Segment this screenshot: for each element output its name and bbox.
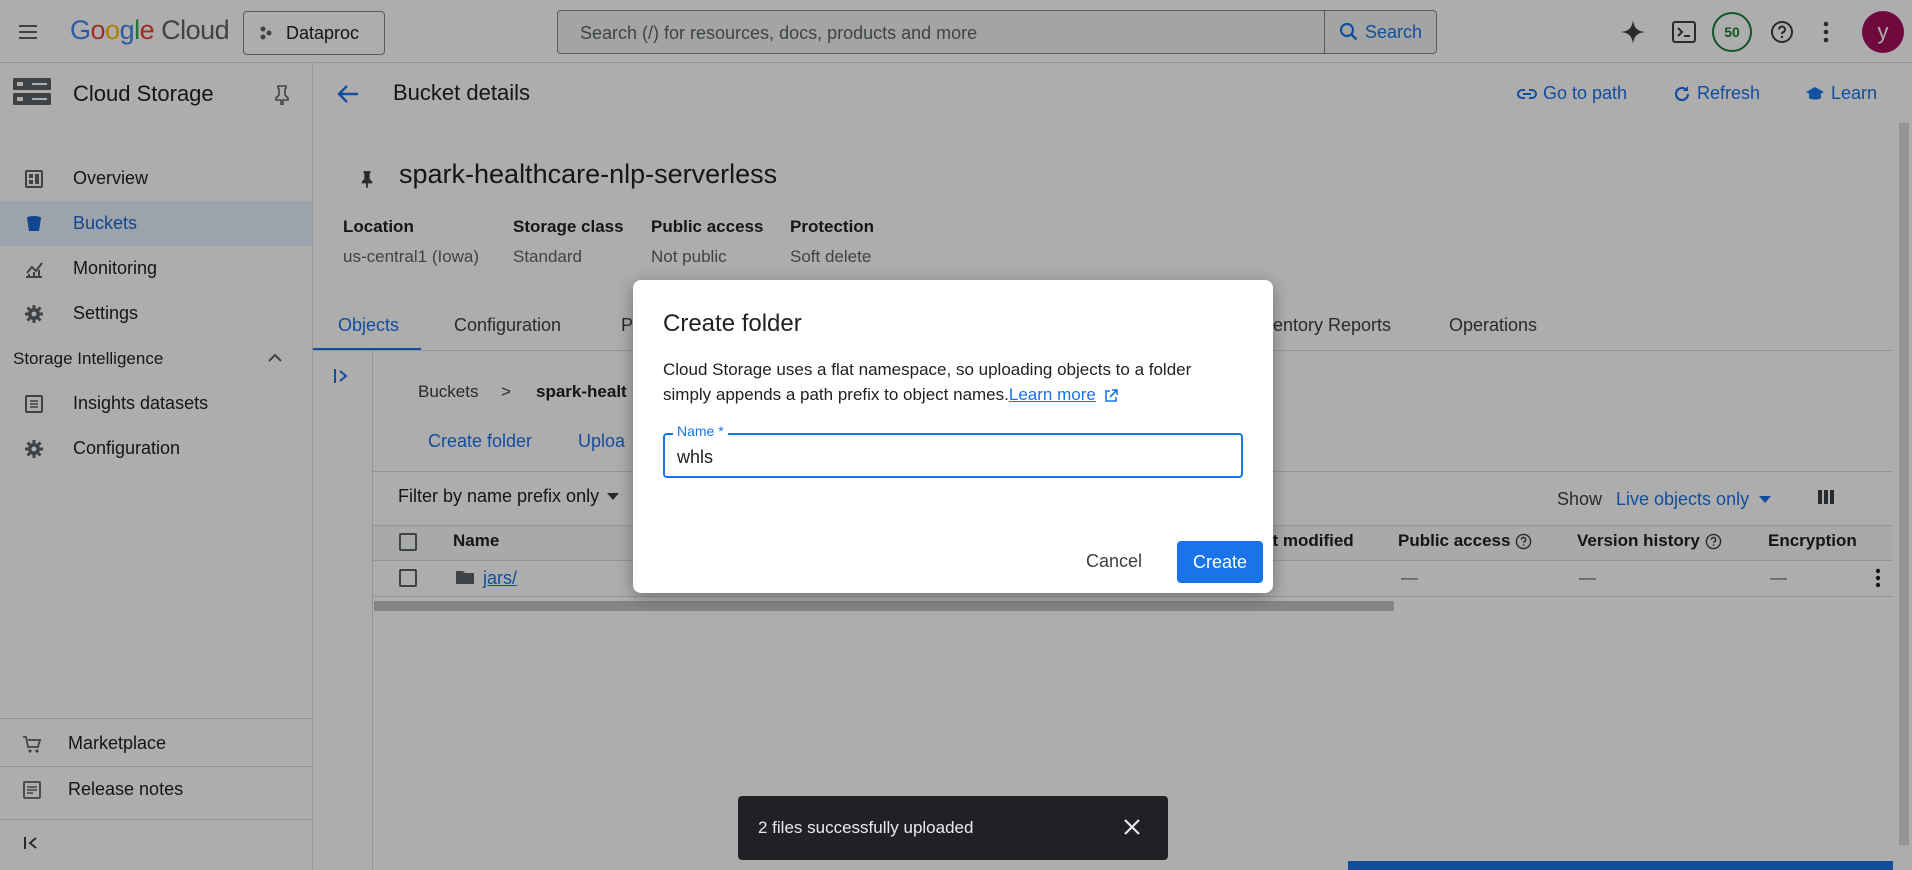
folder-name-value: whls [677,447,714,467]
folder-name-field[interactable]: whls [663,433,1243,478]
create-folder-dialog: Create folder Cloud Storage uses a flat … [633,280,1273,593]
snackbar-message: 2 files successfully uploaded [758,818,974,837]
folder-name-label: Name * [673,423,728,439]
create-button[interactable]: Create [1177,541,1263,583]
external-link-icon [1104,388,1118,403]
snackbar: 2 files successfully uploaded [738,796,1168,860]
cancel-button[interactable]: Cancel [1086,551,1142,572]
learn-more-link[interactable]: Learn more [1009,385,1096,404]
dialog-title: Create folder [663,310,802,337]
dialog-description: Cloud Storage uses a flat namespace, so … [663,357,1243,407]
close-icon[interactable] [1123,818,1141,836]
